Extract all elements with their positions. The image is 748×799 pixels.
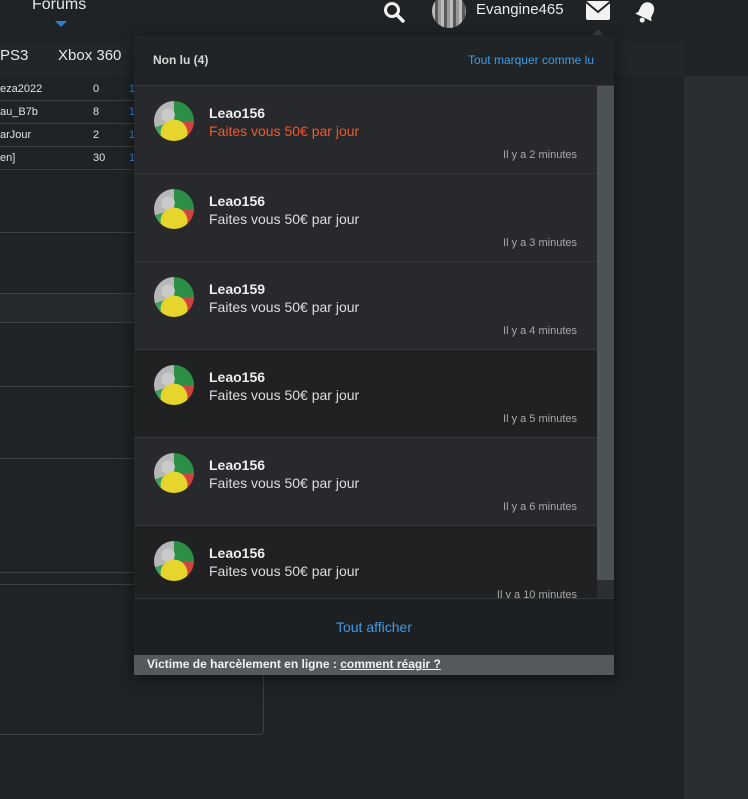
- divider: [0, 232, 134, 233]
- notification-time: Il y a 3 minutes: [503, 237, 577, 249]
- notification-time: Il y a 10 minutes: [496, 589, 577, 598]
- notification-item[interactable]: Leao159 Faites vous 50€ par jour Il y a …: [134, 262, 597, 350]
- notification-item[interactable]: Leao156 Faites vous 50€ par jour Il y a …: [134, 86, 597, 174]
- notification-message: Faites vous 50€ par jour: [209, 299, 360, 315]
- notification-author: Leao156: [209, 193, 266, 209]
- bell-icon[interactable]: [634, 0, 658, 24]
- notification-message: Faites vous 50€ par jour: [209, 211, 360, 227]
- notification-author: Leao156: [209, 105, 266, 121]
- right-column: [684, 76, 748, 799]
- background-section: [0, 293, 134, 323]
- notification-item[interactable]: Leao156 Faites vous 50€ par jour Il y a …: [134, 350, 597, 438]
- forums-menu[interactable]: Forums: [32, 0, 86, 14]
- notifications-dropdown: Non lu (4) Tout marquer comme lu Leao156…: [134, 35, 614, 675]
- dropdown-footer: Tout afficher: [134, 598, 614, 656]
- avatar: [154, 541, 194, 581]
- notification-author: Leao156: [209, 545, 266, 561]
- search-icon[interactable]: [383, 1, 405, 23]
- show-all-link[interactable]: Tout afficher: [134, 619, 614, 635]
- notification-time: Il y a 4 minutes: [503, 325, 577, 337]
- chevron-down-icon: [55, 21, 67, 27]
- notification-message: Faites vous 50€ par jour: [209, 123, 360, 139]
- mark-all-read-link[interactable]: Tout marquer comme lu: [468, 53, 594, 67]
- user-avatar[interactable]: [432, 0, 466, 28]
- notification-scrollbar[interactable]: [597, 86, 614, 598]
- harassment-banner: Victime de harcèlement en ligne : commen…: [134, 655, 614, 675]
- divider: [0, 386, 134, 387]
- table-row[interactable]: en] 30 1: [0, 147, 135, 170]
- avatar: [154, 189, 194, 229]
- avatar: [154, 277, 194, 317]
- background-topic-table: eza2022 0 1 au_B7b 8 1 arJour 2 1 en] 30…: [0, 78, 135, 170]
- notification-item[interactable]: Leao156 Faites vous 50€ par jour Il y a …: [134, 526, 597, 598]
- username-link[interactable]: Evangine465: [476, 1, 564, 18]
- avatar: [154, 101, 194, 141]
- harassment-text: Victime de harcèlement en ligne :: [147, 657, 341, 671]
- notification-author: Leao159: [209, 281, 266, 297]
- notification-author: Leao156: [209, 369, 266, 385]
- notification-item[interactable]: Leao156 Faites vous 50€ par jour Il y a …: [134, 438, 597, 526]
- notification-message: Faites vous 50€ par jour: [209, 475, 360, 491]
- table-row[interactable]: arJour 2 1: [0, 124, 135, 147]
- scrollbar-thumb[interactable]: [597, 86, 614, 580]
- divider: [0, 458, 134, 459]
- unread-count: Non lu (4): [153, 53, 209, 67]
- table-row[interactable]: au_B7b 8 1: [0, 101, 135, 124]
- notification-author: Leao156: [209, 457, 266, 473]
- dropdown-header: Non lu (4) Tout marquer comme lu: [134, 35, 614, 86]
- divider: [0, 572, 134, 573]
- mail-icon[interactable]: [585, 0, 611, 22]
- notification-time: Il y a 6 minutes: [503, 501, 577, 513]
- platform-tab-xbox360[interactable]: Xbox 360: [58, 47, 121, 64]
- notification-item[interactable]: Leao156 Faites vous 50€ par jour Il y a …: [134, 174, 597, 262]
- avatar: [154, 365, 194, 405]
- platform-tab-ps3[interactable]: PS3: [0, 47, 28, 64]
- notification-list[interactable]: Leao156 Faites vous 50€ par jour Il y a …: [134, 86, 597, 598]
- notification-message: Faites vous 50€ par jour: [209, 563, 360, 579]
- avatar: [154, 453, 194, 493]
- notification-time: Il y a 2 minutes: [503, 149, 577, 161]
- notification-message: Faites vous 50€ par jour: [209, 387, 360, 403]
- harassment-help-link[interactable]: comment réagir ?: [340, 657, 441, 671]
- table-row[interactable]: eza2022 0 1: [0, 78, 135, 101]
- notification-time: Il y a 5 minutes: [503, 413, 577, 425]
